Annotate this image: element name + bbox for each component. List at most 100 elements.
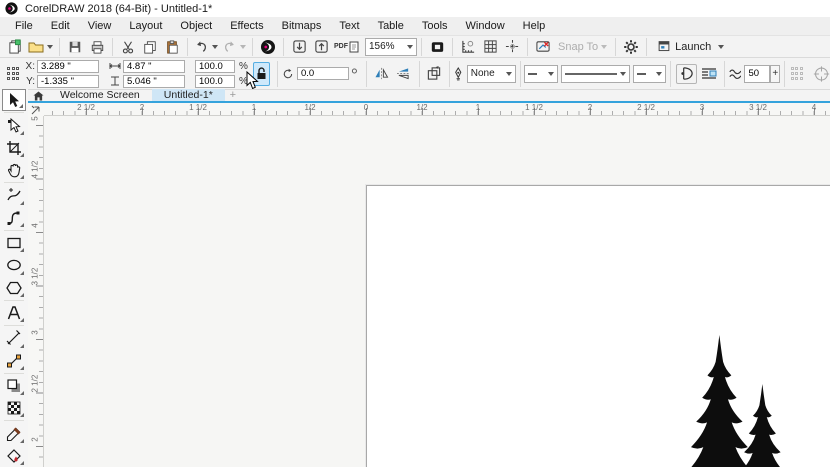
text-wrap-options-button[interactable] — [699, 64, 719, 84]
rotation-angle-input[interactable] — [297, 67, 349, 80]
rectangle-tool[interactable] — [2, 232, 26, 254]
menu-text[interactable]: Text — [330, 18, 368, 34]
line-style-combo[interactable] — [561, 65, 630, 83]
object-height-input[interactable] — [123, 75, 185, 88]
toolbox-separator — [4, 112, 24, 113]
x-position-input[interactable] — [37, 60, 99, 73]
ellipse-tool[interactable] — [2, 254, 26, 276]
show-guidelines-button[interactable] — [502, 37, 522, 57]
copy-button[interactable] — [140, 37, 160, 57]
menu-bar: FileEditViewLayoutObjectEffectsBitmapsTe… — [0, 17, 830, 36]
menu-file[interactable]: File — [6, 18, 42, 34]
standard-toolbar: PDF 156% Snap To Launch — [0, 36, 830, 58]
search-content-button[interactable] — [258, 37, 278, 57]
launch-button[interactable]: Launch — [652, 37, 729, 57]
b-spline-tool[interactable] — [2, 207, 26, 229]
zoom-level-combo[interactable]: 156% — [365, 38, 417, 56]
lock-ratio-button[interactable] — [253, 62, 270, 86]
redo-dropdown-caret[interactable] — [240, 45, 246, 49]
target-crosshair-icon[interactable] — [813, 64, 830, 84]
pan-tool[interactable] — [2, 159, 26, 181]
end-arrowhead-combo[interactable] — [633, 65, 666, 83]
title-bar: CorelDRAW 2018 (64-Bit) - Untitled-1* — [0, 0, 830, 17]
parallel-dimension-tool[interactable] — [2, 327, 26, 349]
menu-object[interactable]: Object — [171, 18, 221, 34]
text-tool[interactable] — [2, 302, 26, 324]
launch-caret[interactable] — [718, 45, 724, 49]
toolbox-separator — [4, 300, 24, 301]
show-rulers-button[interactable] — [458, 37, 478, 57]
dimension-icon — [6, 330, 22, 346]
outline-width-combo[interactable]: None — [467, 65, 516, 83]
shape-tool[interactable] — [2, 114, 26, 136]
drop-shadow-tool[interactable] — [2, 375, 26, 397]
y-position-input[interactable] — [37, 75, 99, 88]
v-ruler-label: 4 1/2 — [31, 166, 40, 178]
start-arrowhead-combo[interactable] — [524, 65, 557, 83]
polygon-tool[interactable] — [2, 277, 26, 299]
crop-tool[interactable] — [2, 137, 26, 159]
fullscreen-preview-button[interactable] — [427, 37, 447, 57]
document-tab-untitled-1-[interactable]: Untitled-1* — [152, 89, 225, 101]
freehand-tool[interactable] — [2, 184, 26, 206]
snap-to-dropdown[interactable]: Snap To — [558, 41, 607, 53]
object-width-input[interactable] — [123, 60, 185, 73]
show-grid-button[interactable] — [480, 37, 500, 57]
menu-help[interactable]: Help — [514, 18, 555, 34]
bspline-icon — [6, 210, 22, 226]
snap-off-button[interactable] — [533, 37, 553, 57]
mirror-vertical-button[interactable] — [394, 64, 414, 84]
smoothing-spinner[interactable]: + — [770, 65, 780, 83]
undo-dropdown-caret[interactable] — [212, 45, 218, 49]
connector-tool[interactable] — [2, 350, 26, 372]
scale-vertical-input[interactable] — [195, 75, 235, 88]
menu-window[interactable]: Window — [457, 18, 514, 34]
h-ruler-label: 1/2 — [416, 103, 427, 112]
start-arrowhead-caret[interactable] — [548, 72, 554, 76]
pick-tool[interactable] — [2, 89, 26, 111]
vertical-ruler[interactable]: 54 1/243 1/232 1/22 — [28, 116, 44, 467]
zoom-level-caret[interactable] — [407, 45, 413, 49]
paste-button[interactable] — [162, 37, 182, 57]
line-style-caret[interactable] — [620, 72, 626, 76]
end-arrowhead-caret[interactable] — [656, 72, 662, 76]
outline-width-caret[interactable] — [506, 72, 512, 76]
mirror-horizontal-button[interactable] — [372, 64, 392, 84]
horizontal-ruler[interactable]: 2 1/221 1/211/201/211 1/222 1/233 1/24 — [44, 103, 830, 116]
drawing-canvas[interactable] — [44, 116, 830, 467]
welcome-home-button[interactable] — [28, 90, 48, 101]
pine-tree[interactable] — [824, 392, 830, 467]
combine-objects-button[interactable] — [424, 64, 444, 84]
menu-table[interactable]: Table — [369, 18, 413, 34]
redo-button[interactable] — [221, 37, 247, 57]
new-tab-button[interactable]: + — [225, 89, 241, 101]
open-document-button[interactable] — [27, 37, 54, 57]
interactive-fill-tool[interactable] — [2, 445, 26, 467]
save-button[interactable] — [65, 37, 85, 57]
smoothing-input[interactable] — [744, 65, 770, 83]
publish-to-pdf-button[interactable]: PDF — [333, 37, 360, 57]
menu-bitmaps[interactable]: Bitmaps — [273, 18, 331, 34]
menu-view[interactable]: View — [79, 18, 121, 34]
options-button[interactable] — [621, 37, 641, 57]
print-button[interactable] — [87, 37, 107, 57]
pdf-icon: PDF — [334, 43, 348, 50]
menu-tools[interactable]: Tools — [413, 18, 457, 34]
snap-to-caret[interactable] — [601, 45, 607, 49]
export-button[interactable] — [311, 37, 331, 57]
import-button[interactable] — [289, 37, 309, 57]
undo-button[interactable] — [193, 37, 219, 57]
cut-button[interactable] — [118, 37, 138, 57]
menu-edit[interactable]: Edit — [42, 18, 79, 34]
open-dropdown-caret[interactable] — [47, 45, 53, 49]
object-origin-grid[interactable] — [7, 67, 19, 81]
menu-layout[interactable]: Layout — [120, 18, 171, 34]
document-tab-welcome-screen[interactable]: Welcome Screen — [48, 89, 152, 101]
pine-trees-artwork[interactable] — [44, 116, 830, 467]
transparency-tool[interactable] — [2, 397, 26, 419]
wrap-paragraph-text-button[interactable] — [676, 64, 697, 84]
menu-effects[interactable]: Effects — [221, 18, 272, 34]
new-document-button[interactable] — [5, 37, 25, 57]
scale-horizontal-input[interactable] — [195, 60, 235, 73]
color-eyedropper-tool[interactable] — [2, 422, 26, 444]
